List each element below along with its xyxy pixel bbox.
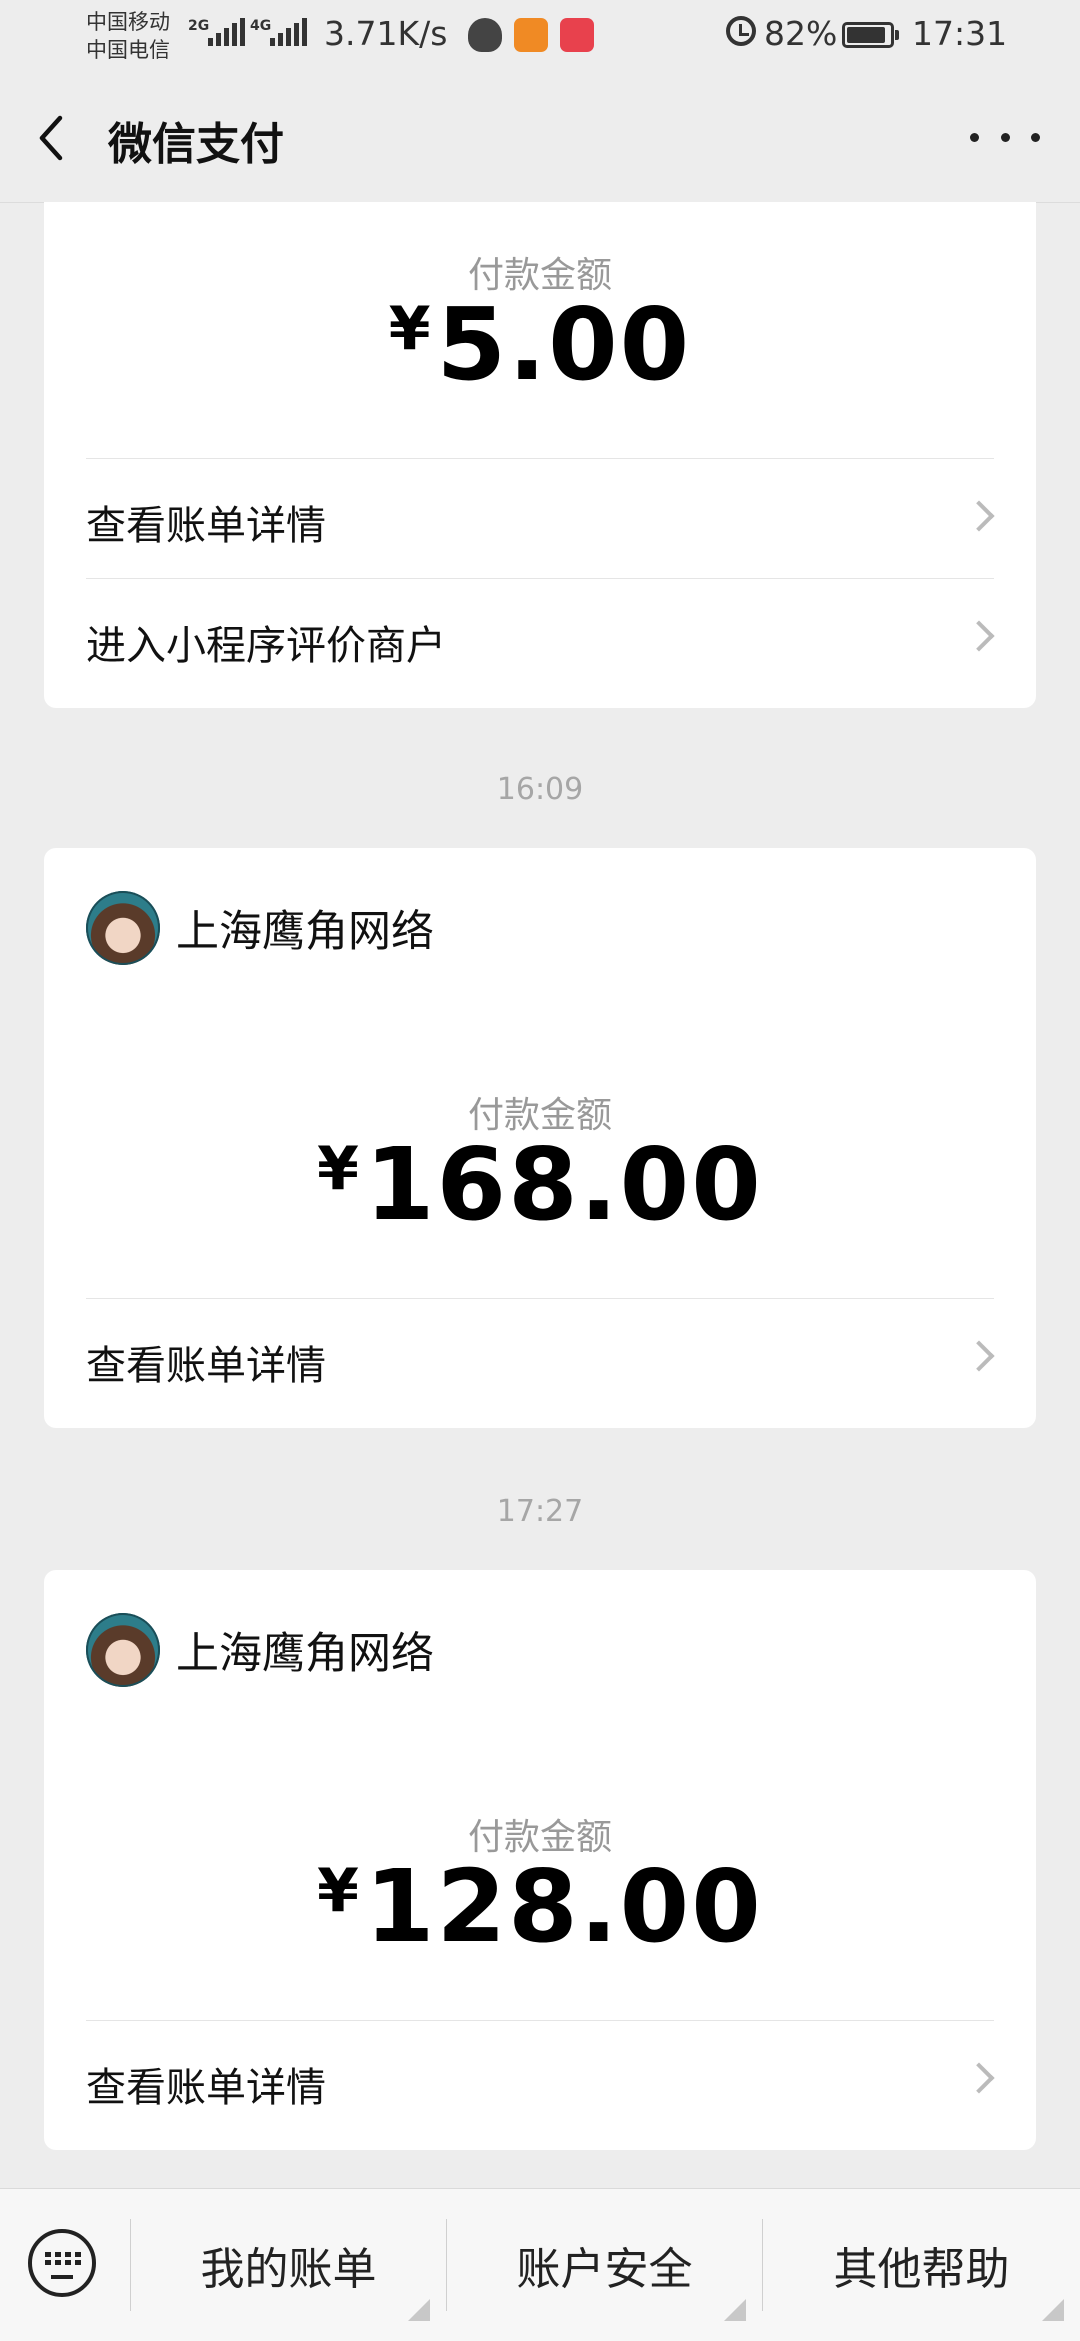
bottom-menu-bar: 我的账单 账户安全 其他帮助 <box>0 2188 1080 2341</box>
back-button[interactable] <box>30 108 80 168</box>
payment-amount: ¥168.00 <box>44 1126 1036 1243</box>
uc-browser-icon <box>514 18 548 52</box>
merchant-header: 上海鹰角网络 <box>86 1612 434 1688</box>
chevron-right-icon <box>963 620 995 652</box>
dot-icon <box>1000 132 1010 142</box>
merchant-avatar <box>86 1613 160 1687</box>
dot-icon <box>970 132 979 142</box>
amount-value: 128.00 <box>364 1848 763 1965</box>
status-bar: 中国移动 中国电信 2G 4G 3.71K/s 82% 17:31 <box>0 0 1080 72</box>
carrier-1: 中国移动 <box>86 10 170 34</box>
menu-other-help[interactable]: 其他帮助 <box>763 2189 1080 2341</box>
payment-card: 付款金额 ¥5.00 查看账单详情 进入小程序评价商户 <box>44 202 1036 708</box>
menu-account-security[interactable]: 账户安全 <box>447 2189 762 2341</box>
merchant-name: 上海鹰角网络 <box>176 1629 434 1679</box>
nav-bar: 微信支付 <box>0 72 1080 203</box>
view-bill-details-row[interactable]: 查看账单详情 <box>86 1298 995 1417</box>
qq-icon <box>468 18 502 52</box>
carrier-info: 中国移动 中国电信 <box>86 8 170 64</box>
row-label: 进入小程序评价商户 <box>86 623 446 669</box>
merchant-avatar <box>86 891 160 965</box>
currency-symbol: ¥ <box>388 294 431 364</box>
merchant-header: 上海鹰角网络 <box>86 890 434 966</box>
payment-card: 上海鹰角网络 付款金额 ¥168.00 查看账单详情 <box>44 848 1036 1428</box>
network-type-2: 4G <box>250 18 272 34</box>
reader-icon <box>560 18 594 52</box>
row-label: 查看账单详情 <box>86 2065 326 2111</box>
alarm-icon <box>726 16 756 46</box>
keyboard-icon <box>45 2252 81 2265</box>
view-bill-details-row[interactable]: 查看账单详情 <box>86 2020 995 2139</box>
battery-icon <box>842 22 899 48</box>
chevron-right-icon <box>963 2062 995 2094</box>
message-timestamp: 17:27 <box>496 1494 584 1529</box>
merchant-name: 上海鹰角网络 <box>176 907 434 957</box>
network-type-1: 2G <box>188 18 210 34</box>
payment-amount: ¥5.00 <box>44 286 1036 403</box>
payment-card: 上海鹰角网络 付款金额 ¥128.00 查看账单详情 <box>44 1570 1036 2150</box>
chevron-right-icon <box>963 500 995 532</box>
page-title: 微信支付 <box>108 119 284 170</box>
payment-amount: ¥128.00 <box>44 1848 1036 1965</box>
rate-merchant-row[interactable]: 进入小程序评价商户 <box>86 578 995 697</box>
message-timestamp: 16:09 <box>496 772 584 807</box>
row-label: 查看账单详情 <box>86 503 326 549</box>
back-arrow-icon <box>39 115 63 161</box>
currency-symbol: ¥ <box>317 1856 359 1926</box>
amount-value: 168.00 <box>364 1126 763 1243</box>
carrier-2: 中国电信 <box>86 38 170 62</box>
view-bill-details-row[interactable]: 查看账单详情 <box>86 458 995 577</box>
keyboard-toggle-button[interactable] <box>28 2229 96 2297</box>
battery-percent: 82% <box>764 14 838 53</box>
status-time: 17:31 <box>912 14 1008 53</box>
network-speed: 3.71K/s <box>324 14 448 53</box>
menu-my-bills[interactable]: 我的账单 <box>131 2189 446 2341</box>
row-label: 查看账单详情 <box>86 1343 326 1389</box>
dot-icon <box>1031 132 1040 142</box>
chevron-right-icon <box>963 1340 995 1372</box>
amount-value: 5.00 <box>436 286 692 403</box>
currency-symbol: ¥ <box>317 1134 359 1204</box>
more-options-button[interactable] <box>970 112 1040 162</box>
